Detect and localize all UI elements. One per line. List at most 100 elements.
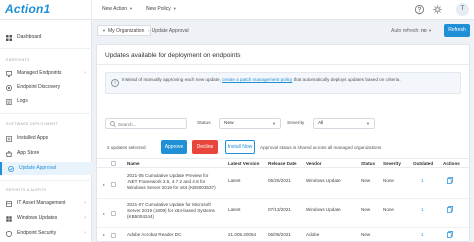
column-header-outdated[interactable]: Outdated: [413, 161, 433, 166]
vendor: Windows Update: [306, 207, 341, 212]
column-header-vendor[interactable]: Vendor: [306, 161, 322, 166]
sidebar-section-reports: REPORTS & ALERTS: [6, 188, 47, 192]
severity-filter-value: All: [318, 121, 324, 126]
new-action-label: New Action: [102, 6, 128, 12]
chevron-down-icon: ▼: [366, 121, 370, 126]
sidebar-item-label: Dashboard: [17, 34, 42, 40]
sidebar-item-endpoint-discovery[interactable]: Endpoint Discovery: [0, 81, 92, 94]
divider: [0, 180, 92, 181]
new-policy-label: New Policy: [146, 6, 171, 12]
decline-button[interactable]: Decline: [192, 140, 218, 154]
expand-icon[interactable]: ▸: [103, 232, 105, 237]
table-row[interactable]: ▸ 2021-07 Cumulative Update for Microsof…: [97, 200, 469, 228]
latest-version: 21.005.20054: [228, 232, 257, 237]
severity-filter-select[interactable]: All ▼: [313, 118, 375, 129]
status: New: [361, 178, 371, 183]
table-header: Name Latest Version Release Date Vendor …: [97, 158, 469, 168]
vendor: Adobe: [306, 232, 320, 237]
update-name[interactable]: Adobe Acrobat Reader DC: [127, 232, 219, 238]
sidebar-item-dashboard[interactable]: Dashboard: [0, 31, 92, 44]
select-all-checkbox[interactable]: [111, 161, 116, 166]
release-date: 07/13/2021: [268, 207, 291, 212]
status-filter-label: Status: [197, 121, 211, 126]
info-text-before: Instead of manually approving each new u…: [122, 77, 223, 82]
vendor: Windows Update: [306, 178, 341, 183]
sidebar-item-it-asset-management[interactable]: IT Asset Management ›: [0, 197, 92, 210]
create-policy-link[interactable]: create a patch management policy: [222, 77, 292, 82]
sidebar-item-label: Windows Updates: [17, 215, 58, 221]
chevron-down-icon: ▼: [129, 6, 133, 11]
apps-icon: [6, 136, 12, 142]
sidebar-item-label: Update Approval: [19, 165, 56, 171]
approve-button[interactable]: Approve: [161, 140, 187, 154]
column-header-release-date[interactable]: Release Date: [268, 161, 297, 166]
search-input[interactable]: [118, 120, 184, 128]
sidebar-item-windows-updates[interactable]: Windows Updates ›: [0, 212, 92, 225]
copy-icon[interactable]: [447, 231, 453, 238]
chevron-right-icon: ›: [84, 230, 86, 236]
row-checkbox[interactable]: [111, 182, 116, 187]
sidebar-item-update-approval[interactable]: Update Approval: [0, 162, 92, 175]
info-icon: i: [111, 79, 119, 87]
approval-icon: [8, 166, 14, 172]
sidebar-item-endpoint-security[interactable]: Endpoint Security ›: [0, 227, 92, 240]
update-name[interactable]: 2021-07 Cumulative Update for Microsoft …: [127, 202, 219, 219]
top-bar: Action1 New Action ▼ New Policy ▼ T: [0, 0, 474, 20]
brand-logo[interactable]: Action1: [5, 2, 50, 16]
severity: None: [383, 178, 394, 183]
gear-icon[interactable]: [432, 4, 443, 15]
copy-icon[interactable]: [447, 206, 453, 213]
expand-icon[interactable]: ▸: [103, 182, 105, 187]
install-now-button[interactable]: Install Now: [225, 140, 255, 154]
chevron-down-icon: ▼: [102, 28, 106, 33]
dashboard-icon: [6, 35, 12, 41]
approval-status-note: Approval status is shared across all man…: [260, 145, 382, 150]
sidebar-item-logs[interactable]: Logs: [0, 95, 92, 108]
search-icon: [110, 121, 116, 127]
sidebar-item-app-store[interactable]: App Store: [0, 147, 92, 160]
organization-selector[interactable]: ▼ My Organization: [97, 25, 152, 36]
status-filter-value: New: [224, 121, 234, 126]
column-header-severity[interactable]: Severity: [383, 161, 401, 166]
auto-refresh[interactable]: Auto refresh: no ▼: [391, 28, 432, 34]
breadcrumb: ▼ My Organization › Update Approval Auto r…: [92, 20, 474, 42]
column-header-version[interactable]: Latest Version: [228, 161, 259, 166]
sidebar-item-managed-endpoints[interactable]: Managed Endpoints ›: [0, 67, 92, 80]
outdated-count[interactable]: 1: [421, 232, 424, 238]
chevron-right-icon: ›: [84, 200, 86, 206]
selected-count: 2 updates selected: [107, 145, 146, 150]
shield-icon: [6, 231, 12, 237]
refresh-button[interactable]: Refresh: [444, 24, 470, 37]
sidebar: Dashboard ENDPOINTS Managed Endpoints › …: [0, 20, 92, 242]
help-icon[interactable]: [414, 4, 425, 15]
release-date: 05/26/2021: [268, 178, 291, 183]
column-header-actions: Actions: [443, 161, 460, 166]
chevron-down-icon: ▼: [172, 6, 177, 11]
search-field[interactable]: [105, 118, 187, 129]
outdated-count[interactable]: 1: [421, 178, 424, 184]
outdated-count[interactable]: 1: [421, 207, 424, 213]
new-action-dropdown[interactable]: New Action ▼: [102, 6, 133, 12]
expand-icon[interactable]: ▸: [103, 211, 105, 216]
status-filter-select[interactable]: New ▼: [219, 118, 281, 129]
latest-version: Latest: [228, 207, 241, 212]
chevron-down-icon: ▼: [428, 28, 432, 33]
sidebar-item-label: IT Asset Management: [17, 200, 66, 206]
copy-icon[interactable]: [447, 177, 453, 184]
row-checkbox[interactable]: [111, 233, 116, 238]
new-policy-dropdown[interactable]: New Policy ▼: [146, 6, 177, 12]
row-checkbox[interactable]: [111, 211, 116, 216]
table-row[interactable]: ▸ 2021-05 Cumulative Update Preview for …: [97, 171, 469, 199]
logs-icon: [6, 99, 12, 105]
page-title: Updates available for deployment on endp…: [105, 52, 241, 59]
radar-icon: [6, 85, 12, 91]
auto-refresh-value: no: [421, 28, 427, 34]
info-text-after: that automatically deploys updates based…: [292, 77, 401, 82]
severity-filter-label: Severity: [287, 121, 305, 126]
update-name[interactable]: 2021-05 Cumulative Update Preview for .N…: [127, 173, 219, 190]
column-header-status[interactable]: Status: [361, 161, 375, 166]
avatar[interactable]: T: [456, 3, 469, 16]
column-header-name[interactable]: Name: [127, 161, 140, 166]
sidebar-item-installed-apps[interactable]: Installed Apps: [0, 132, 92, 145]
table-row[interactable]: ▸ Adobe Acrobat Reader DC 21.005.20054 0…: [97, 229, 469, 242]
